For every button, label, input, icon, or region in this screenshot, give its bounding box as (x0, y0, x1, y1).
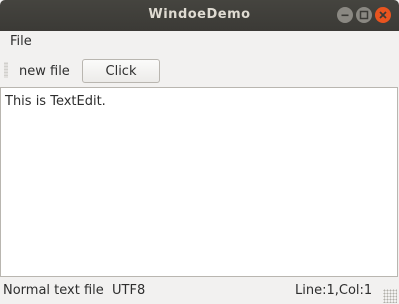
maximize-icon (359, 10, 369, 20)
status-bar: Normal text file UTF8 Line:1,Col:1 (0, 277, 399, 304)
resize-grip-handle[interactable] (383, 289, 397, 303)
click-button[interactable]: Click (82, 59, 160, 83)
minimize-button[interactable] (337, 7, 353, 23)
new-file-button[interactable]: new file (19, 64, 70, 79)
status-cursor-position: Line:1,Col:1 (295, 283, 373, 298)
menu-bar: File (0, 31, 399, 53)
toolbar-grip-handle[interactable] (4, 62, 8, 78)
title-bar[interactable]: WindoeDemo (0, 0, 399, 31)
close-button[interactable] (375, 7, 391, 23)
menu-file[interactable]: File (10, 34, 32, 49)
minimize-icon (341, 14, 349, 17)
close-icon (379, 11, 387, 19)
maximize-button[interactable] (356, 7, 372, 23)
text-editor[interactable]: This is TextEdit. (0, 87, 398, 277)
toolbar: new file Click (0, 53, 399, 87)
status-file-info: Normal text file UTF8 (3, 283, 146, 298)
editor-content: This is TextEdit. (5, 94, 106, 109)
